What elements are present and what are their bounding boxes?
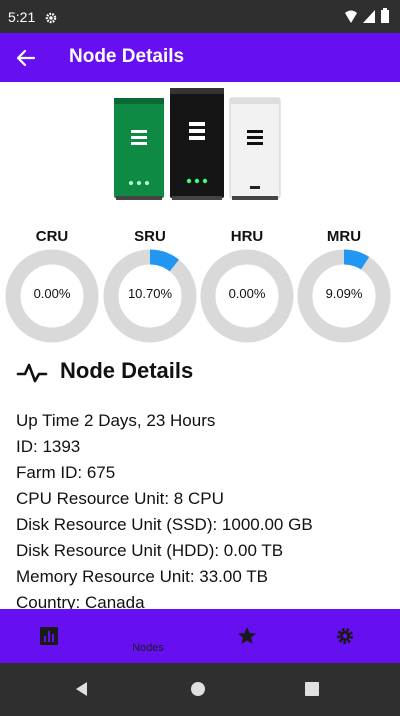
gauge-sru: SRU 10.70% — [102, 228, 198, 343]
detail-hdd: Disk Resource Unit (HDD): 0.00 TB — [16, 541, 284, 560]
signal-icon — [363, 10, 375, 23]
arrow-left-icon[interactable] — [14, 46, 38, 70]
battery-icon — [381, 8, 389, 23]
chart-icon — [40, 627, 58, 645]
star-icon — [238, 627, 256, 644]
gauge-cru: CRU 0.00% — [4, 228, 100, 343]
gear-icon — [337, 628, 353, 644]
section-title: Node Details — [60, 358, 194, 383]
detail-id: ID: 1393 — [16, 437, 81, 456]
nav-item-nodes[interactable]: Nodes — [98, 609, 198, 663]
gauge-value: 0.00% — [228, 286, 266, 301]
black-node-box — [170, 88, 224, 200]
white-node-box — [229, 97, 281, 200]
gauge-mru: MRU 9.09% — [296, 228, 392, 343]
status-bar: 5:21 — [0, 0, 400, 33]
detail-memory: Memory Resource Unit: 33.00 TB — [16, 567, 268, 586]
gauge-label: SRU — [134, 228, 166, 245]
page-title: Node Details — [69, 46, 185, 67]
status-icons — [344, 8, 390, 24]
node-devices-image — [114, 88, 281, 200]
app-bar: Node Details — [0, 33, 400, 82]
activity-icon — [16, 363, 48, 383]
detail-farm-id: Farm ID: 675 — [16, 463, 116, 482]
detail-uptime: Up Time 2 Days, 23 Hours — [16, 411, 216, 430]
gear-icon — [45, 12, 57, 24]
status-time: 5:21 — [8, 9, 36, 25]
gauge-hru: HRU 0.00% — [199, 228, 295, 343]
gauge-value: 0.00% — [33, 286, 71, 301]
home-circle-icon[interactable] — [188, 679, 208, 699]
nav-item-settings[interactable] — [296, 609, 396, 663]
system-nav-bar — [0, 663, 400, 716]
gauge-value: 9.09% — [325, 286, 363, 301]
detail-cpu: CPU Resource Unit: 8 CPU — [16, 489, 224, 508]
nav-item-dashboard[interactable] — [0, 609, 100, 663]
green-node-box — [114, 98, 164, 200]
nav-label: Nodes — [132, 642, 164, 654]
gauge-value: 10.70% — [127, 286, 173, 301]
gauge-label: MRU — [326, 228, 362, 245]
back-triangle-icon[interactable] — [72, 679, 92, 699]
detail-ssd: Disk Resource Unit (SSD): 1000.00 GB — [16, 515, 313, 534]
nav-item-favorites[interactable] — [198, 609, 298, 663]
gauge-label: CRU — [35, 228, 69, 245]
node-details-list: Up Time 2 Days, 23 Hours ID: 1393 Farm I… — [16, 408, 386, 616]
wifi-icon — [345, 10, 357, 23]
recents-square-icon[interactable] — [302, 679, 322, 699]
gauge-label: HRU — [230, 228, 264, 245]
bottom-nav: Nodes — [0, 609, 400, 663]
